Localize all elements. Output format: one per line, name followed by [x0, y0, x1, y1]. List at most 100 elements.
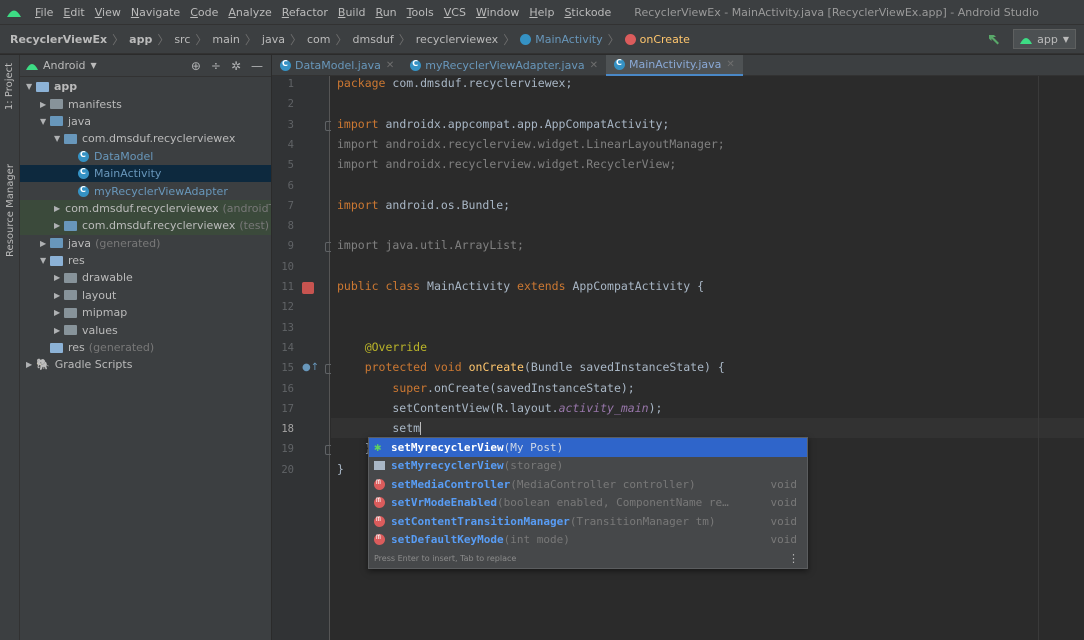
editor-tab[interactable]: myRecyclerViewAdapter.java ✕: [402, 55, 606, 76]
breadcrumb-item[interactable]: java: [262, 33, 285, 46]
collapse-arrow-icon[interactable]: ▶: [54, 204, 60, 213]
menu-view[interactable]: View: [90, 6, 126, 19]
completion-item[interactable]: setMyrecyclerView (storage): [369, 457, 807, 476]
completion-params: (MediaController controller): [510, 477, 696, 491]
tree-node-java[interactable]: ▶ java (generated): [20, 235, 271, 252]
tree-node-res[interactable]: ▼ res: [20, 252, 271, 269]
expand-arrow-icon[interactable]: ▼: [54, 134, 64, 143]
tree-node-mipmap[interactable]: ▶ mipmap: [20, 304, 271, 321]
close-tab-icon[interactable]: ✕: [386, 60, 394, 71]
editor-tab[interactable]: DataModel.java ✕: [272, 55, 402, 76]
locate-file-icon[interactable]: ⊕: [191, 59, 201, 73]
breadcrumb-item[interactable]: onCreate: [624, 33, 690, 46]
method-icon: [624, 33, 636, 45]
tree-node-drawable[interactable]: ▶ drawable: [20, 269, 271, 286]
close-tab-icon[interactable]: ✕: [590, 60, 598, 71]
tree-node-java[interactable]: ▼ java: [20, 113, 271, 130]
collapse-arrow-icon[interactable]: ▶: [54, 221, 64, 230]
project-tool-tab[interactable]: 1: Project: [0, 61, 20, 111]
breadcrumb-item[interactable]: recyclerviewex: [416, 33, 498, 46]
collapse-arrow-icon[interactable]: ▶: [40, 239, 50, 248]
line-number: 12: [281, 301, 294, 314]
tree-node-res[interactable]: res (generated): [20, 339, 271, 356]
menu-code[interactable]: Code: [185, 6, 223, 19]
completion-item[interactable]: ✱ setMyrecyclerView (My Post): [369, 438, 807, 457]
folder-icon: [50, 116, 63, 127]
tree-node-gradle-scripts[interactable]: ▶ 🐘 Gradle Scripts: [20, 356, 271, 373]
completion-name-text: setMyrecyclerView: [391, 459, 504, 473]
menu-stickode[interactable]: Stickode: [559, 6, 616, 19]
text-caret: [420, 422, 422, 436]
completion-params: (boolean enabled, ComponentName re…: [496, 496, 729, 510]
tree-node-datamodel[interactable]: DataModel: [20, 148, 271, 165]
breadcrumb-item[interactable]: app: [129, 33, 152, 46]
collapse-arrow-icon[interactable]: ▶: [54, 291, 64, 300]
chevron-right-icon: 〉: [335, 32, 348, 47]
close-tab-icon[interactable]: ✕: [726, 59, 734, 70]
breadcrumb-item[interactable]: src: [174, 33, 190, 46]
tree-node-label: res: [68, 341, 85, 355]
project-view-mode-dropdown[interactable]: Android: [43, 59, 86, 72]
menu-tools[interactable]: Tools: [402, 6, 439, 19]
editor-tab[interactable]: MainActivity.java ✕: [606, 55, 743, 76]
tree-node-manifests[interactable]: ▶ manifests: [20, 95, 271, 112]
menu-vcs[interactable]: VCS: [439, 6, 471, 19]
menu-window[interactable]: Window: [471, 6, 524, 19]
android-icon: [1020, 37, 1033, 44]
tree-node-values[interactable]: ▶ values: [20, 321, 271, 338]
tab-label: DataModel.java: [295, 59, 381, 72]
completion-item[interactable]: setMediaController(MediaController contr…: [369, 475, 807, 494]
chevron-down-icon: ▼: [1062, 34, 1069, 44]
tree-node-com-dmsduf-recyclerviewex[interactable]: ▶ com.dmsduf.recyclerviewex(androidTes: [20, 199, 271, 218]
tree-node-mainactivity[interactable]: MainActivity: [20, 164, 271, 183]
breadcrumb-item[interactable]: dmsduf: [353, 33, 394, 46]
layout-preview-icon[interactable]: [302, 282, 314, 294]
run-configuration-dropdown[interactable]: app ▼: [1013, 29, 1076, 49]
collapse-arrow-icon[interactable]: ▶: [54, 273, 64, 282]
menu-file[interactable]: File: [30, 6, 58, 19]
more-options-icon[interactable]: ⋮: [788, 552, 799, 565]
resource-manager-tool-tab[interactable]: Resource Manager: [0, 155, 20, 265]
tree-node-myrecyclerviewadapter[interactable]: myRecyclerViewAdapter: [20, 182, 271, 199]
tree-node-com-dmsduf-recyclerviewex[interactable]: ▶ com.dmsduf.recyclerviewex (test): [20, 217, 271, 235]
chevron-down-icon[interactable]: ▼: [91, 61, 97, 70]
menu-help[interactable]: Help: [524, 6, 559, 19]
completion-item[interactable]: setContentTransitionManager(TransitionMa…: [369, 512, 807, 531]
override-marker-icon[interactable]: ●↑: [302, 362, 319, 373]
breadcrumb-item[interactable]: MainActivity: [520, 33, 603, 46]
tree-node-layout[interactable]: ▶ layout: [20, 287, 271, 304]
collapse-all-icon[interactable]: ÷: [211, 59, 221, 73]
tree-node-com-dmsduf-recyclerviewex[interactable]: ▼ com.dmsduf.recyclerviewex: [20, 130, 271, 147]
menu-refactor[interactable]: Refactor: [277, 6, 333, 19]
menu-build[interactable]: Build: [333, 6, 371, 19]
hide-panel-icon[interactable]: —: [251, 59, 263, 73]
menu-run[interactable]: Run: [371, 6, 402, 19]
gear-icon[interactable]: ✲: [231, 59, 241, 73]
collapse-arrow-icon[interactable]: ▶: [54, 308, 64, 317]
tree-node-app[interactable]: ▼ app: [20, 78, 271, 95]
navigation-bar: RecyclerViewEx 〉 app 〉 src 〉 main 〉 java 〉 com 〉 dms…: [0, 24, 1084, 54]
expand-arrow-icon[interactable]: ▼: [40, 117, 50, 126]
breadcrumb-label: dmsduf: [352, 32, 394, 46]
completion-name-text: setMyrecyclerView: [391, 440, 504, 454]
code-completion-popup[interactable]: ✱ setMyrecyclerView (My Post) setMyrecycler…: [368, 437, 808, 569]
expand-arrow-icon[interactable]: ▼: [40, 256, 50, 265]
build-hammer-icon[interactable]: [987, 32, 1001, 46]
menu-navigate[interactable]: Navigate: [126, 6, 185, 19]
completion-item[interactable]: setVrModeEnabled(boolean enabled, Compon…: [369, 494, 807, 513]
collapse-arrow-icon[interactable]: ▶: [54, 326, 64, 335]
completion-name: setMyrecyclerView: [391, 441, 504, 454]
breadcrumb-item[interactable]: main: [212, 33, 239, 46]
menu-analyze[interactable]: Analyze: [223, 6, 276, 19]
line-number: 8: [287, 220, 294, 233]
tree-node-suffix: (generated): [88, 341, 155, 355]
breadcrumb-item[interactable]: com: [307, 33, 331, 46]
expand-arrow-icon[interactable]: ▼: [26, 82, 36, 91]
completion-item[interactable]: setDefaultKeyMode(int mode) void: [369, 531, 807, 550]
collapse-arrow-icon[interactable]: ▶: [26, 360, 36, 369]
collapse-arrow-icon[interactable]: ▶: [40, 100, 50, 109]
code-line: package com.dmsduf.recyclerviewex;: [337, 76, 573, 90]
menu-edit[interactable]: Edit: [58, 6, 89, 19]
breadcrumb-item[interactable]: RecyclerViewEx: [10, 33, 107, 46]
completion-name: setMediaController: [391, 478, 510, 491]
